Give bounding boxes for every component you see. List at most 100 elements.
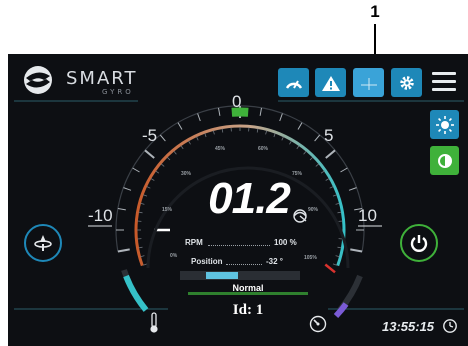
rpm-tick bbox=[265, 130, 268, 135]
scale-label-0: 0 bbox=[232, 92, 242, 111]
rpm-tick bbox=[256, 128, 259, 133]
roll-tick bbox=[159, 134, 166, 142]
rpm-tick bbox=[332, 263, 337, 266]
rpm-tick bbox=[166, 156, 171, 161]
scale-label-minus-10: -10 bbox=[88, 206, 113, 225]
callout-number: 1 bbox=[370, 2, 380, 21]
roll-tick bbox=[259, 107, 262, 116]
rpm-tick bbox=[150, 178, 155, 181]
rpm-tick bbox=[335, 202, 340, 205]
contrast-button[interactable] bbox=[430, 146, 459, 175]
rpm-tick bbox=[309, 156, 314, 161]
status-label: Normal bbox=[232, 283, 264, 293]
scale-label-minus-5: -5 bbox=[142, 126, 158, 145]
roll-tick bbox=[117, 208, 126, 211]
rpm-tick bbox=[320, 170, 325, 174]
roll-tick bbox=[123, 187, 132, 191]
brightness-button[interactable] bbox=[430, 110, 459, 139]
gyro-logo-icon bbox=[24, 66, 52, 94]
scale-label-10: 10 bbox=[358, 206, 377, 225]
rpm-tick bbox=[289, 140, 292, 145]
rpm-tick bbox=[303, 150, 307, 155]
roll-tick bbox=[297, 122, 303, 130]
contrast-icon bbox=[437, 153, 452, 168]
brand-subtitle: GYRO bbox=[102, 88, 134, 96]
rpm-tick bbox=[188, 140, 191, 145]
roll-value-readout: 01.2 bbox=[208, 174, 291, 223]
rpm-tick bbox=[221, 128, 224, 133]
rpm-pct-60: 60% bbox=[258, 146, 269, 152]
hamburger-menu-icon[interactable] bbox=[432, 72, 456, 92]
roll-tick bbox=[350, 248, 363, 253]
warning-triangle-icon bbox=[321, 75, 340, 91]
rpm-tick bbox=[281, 136, 284, 141]
tachometer-icon bbox=[309, 315, 327, 333]
scale-label-5: 5 bbox=[324, 126, 334, 145]
temperature-bar bbox=[123, 274, 149, 312]
gyro-mode-button[interactable] bbox=[24, 224, 62, 262]
rpm-tick bbox=[337, 211, 342, 214]
rpm-tick bbox=[140, 255, 145, 258]
roll-tick bbox=[132, 167, 140, 173]
gear-icon bbox=[399, 75, 414, 90]
brightness-icon bbox=[435, 115, 454, 134]
roll-tick bbox=[117, 248, 130, 253]
rpm-tick bbox=[335, 255, 340, 258]
rpm-tick bbox=[138, 211, 143, 214]
rpm-pct-0: 0% bbox=[170, 253, 178, 259]
rpm-tick bbox=[332, 194, 337, 197]
smart-gyro-logo: SMART GYRO bbox=[20, 64, 150, 98]
roll-tick bbox=[348, 187, 357, 191]
roll-tick bbox=[340, 167, 348, 173]
rpm-dots bbox=[208, 244, 270, 246]
rpm-tick bbox=[196, 136, 199, 141]
speedometer-button[interactable] bbox=[278, 68, 309, 97]
position-bar bbox=[206, 272, 238, 279]
rpm-tick bbox=[160, 163, 165, 167]
rpm-tick bbox=[212, 130, 215, 135]
rpm-tick bbox=[155, 170, 160, 174]
rpm-tick bbox=[329, 186, 334, 189]
rpm-tick bbox=[315, 163, 320, 167]
roll-tick bbox=[177, 122, 183, 130]
rpm-label: RPM bbox=[185, 238, 203, 247]
roll-tick bbox=[197, 113, 201, 122]
gyro-display-screen: SMART GYRO -10 -5 0 5 10 0% 15% 30% 45% … bbox=[8, 54, 468, 346]
roll-angle-icon bbox=[293, 209, 307, 223]
position-label: Position bbox=[191, 257, 223, 266]
alarm-button[interactable] bbox=[315, 68, 346, 97]
crosshair-level-icon bbox=[360, 77, 377, 90]
rpm-tick bbox=[146, 186, 151, 189]
clock-time: 13:55:15 bbox=[382, 319, 435, 334]
rpm-pct-15: 15% bbox=[162, 207, 173, 213]
power-button[interactable] bbox=[400, 224, 438, 262]
rpm-tick bbox=[337, 246, 342, 249]
rpm-tick bbox=[273, 133, 276, 138]
clock-icon bbox=[443, 319, 457, 333]
rpm-tick bbox=[180, 145, 184, 150]
settings-button[interactable] bbox=[391, 68, 422, 97]
rpm-tick bbox=[143, 194, 148, 197]
rpm-tick bbox=[204, 133, 207, 138]
gyro-stabilizer-icon bbox=[34, 235, 52, 251]
position-value: -32 ° bbox=[266, 257, 283, 266]
rpm-tick bbox=[143, 263, 148, 266]
roll-tick bbox=[218, 107, 221, 116]
position-dots bbox=[226, 263, 262, 265]
gyro-id-label: Id: 1 bbox=[232, 302, 264, 318]
tach-bar bbox=[333, 302, 349, 319]
roll-tick bbox=[314, 134, 321, 142]
roll-tick bbox=[325, 149, 336, 159]
rpm-tick bbox=[173, 150, 177, 155]
rpm-pct-45: 45% bbox=[215, 146, 226, 152]
thermometer-icon bbox=[150, 312, 158, 333]
level-button[interactable] bbox=[353, 68, 384, 97]
speedometer-icon bbox=[285, 80, 302, 89]
roll-tick bbox=[144, 149, 155, 159]
rpm-tick bbox=[296, 145, 300, 150]
rpm-tick bbox=[138, 246, 143, 249]
rpm-pct-105: 105% bbox=[304, 255, 317, 261]
position-track bbox=[180, 271, 300, 280]
rpm-needle bbox=[324, 263, 336, 274]
roll-tick bbox=[279, 113, 283, 122]
